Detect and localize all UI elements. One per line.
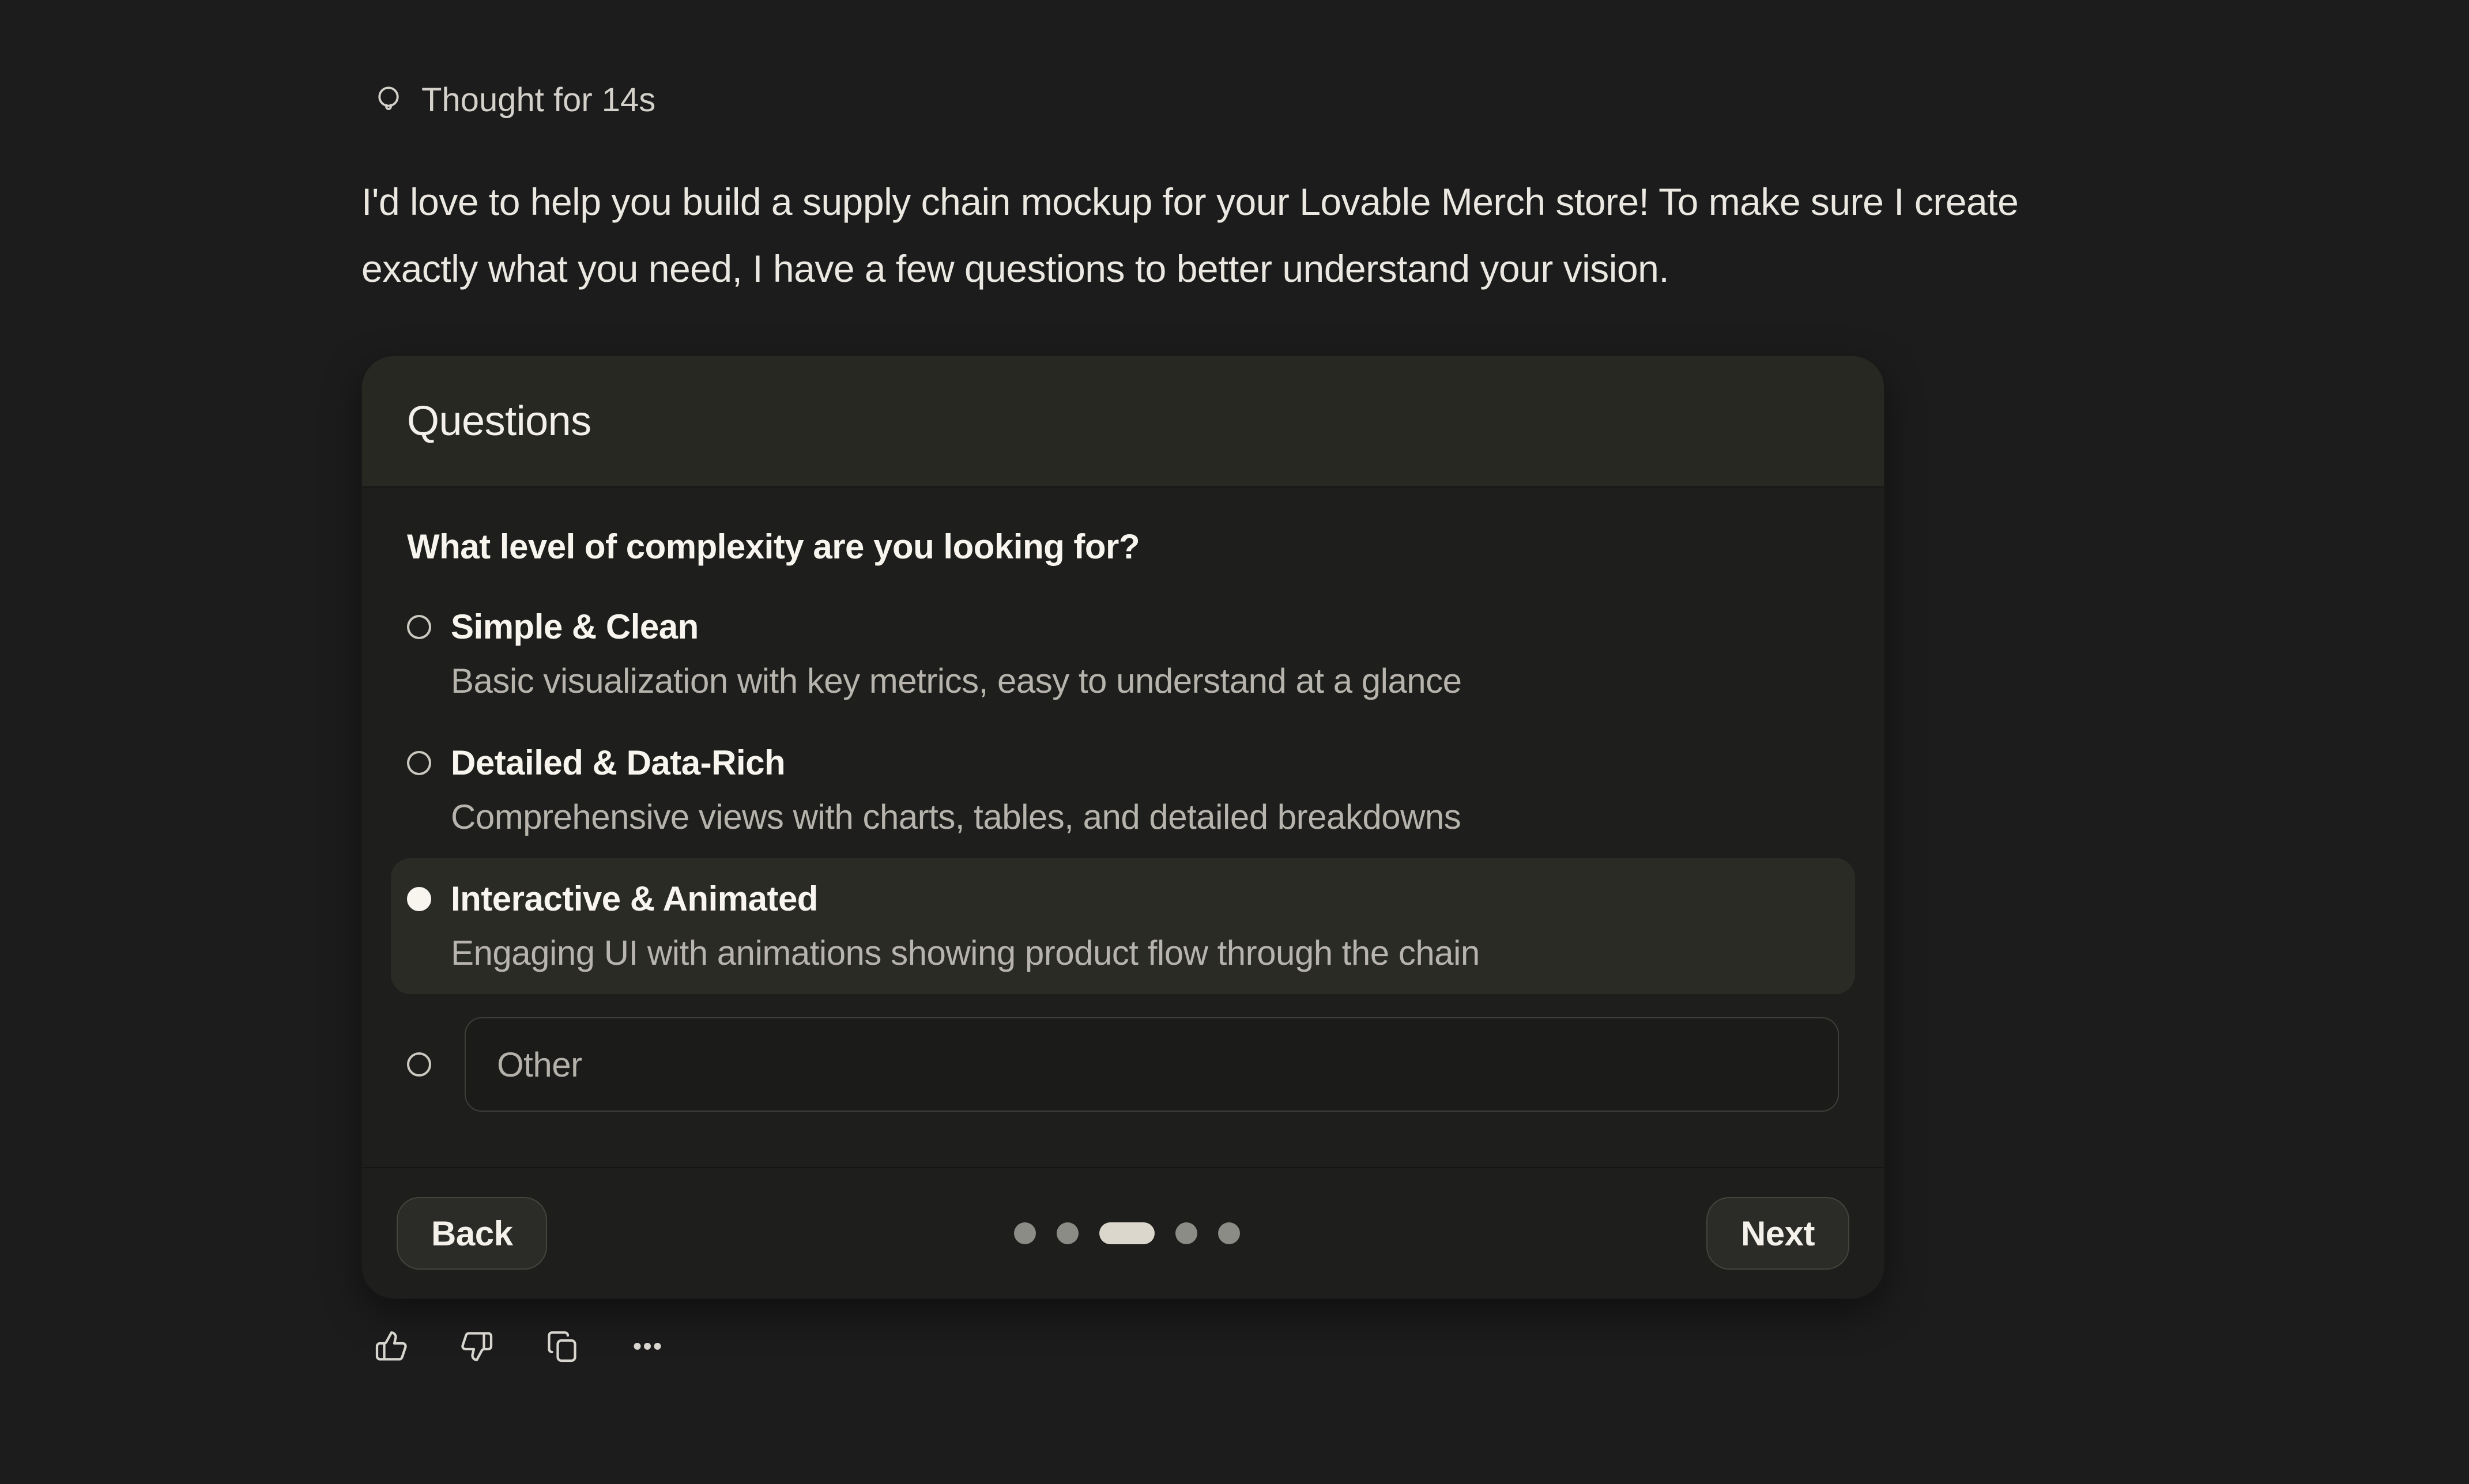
assistant-message: I'd love to help you build a supply chai… (361, 168, 2018, 302)
radio-icon[interactable] (407, 1052, 431, 1077)
option-label: Detailed & Data-Rich (451, 736, 1461, 790)
option-text: Interactive & Animated Engaging UI with … (451, 872, 1480, 980)
other-input[interactable] (465, 1017, 1839, 1112)
pagination-dot[interactable] (1175, 1222, 1197, 1244)
chat-page: Thought for 14s I'd love to help you bui… (0, 0, 2469, 1484)
radio-icon[interactable] (407, 887, 431, 911)
option-text: Detailed & Data-Rich Comprehensive views… (451, 736, 1461, 844)
pagination-dot[interactable] (1057, 1222, 1079, 1244)
lightbulb-icon (372, 84, 405, 117)
pagination-dot-current[interactable] (1099, 1222, 1155, 1244)
message-line-1: I'd love to help you build a supply chai… (361, 168, 2018, 235)
ellipsis-icon (630, 1329, 665, 1365)
option-description: Basic visualization with key metrics, ea… (451, 654, 1462, 708)
options-list: Simple & Clean Basic visualization with … (407, 586, 1839, 1126)
thumbs-up-button[interactable] (374, 1329, 409, 1365)
question-text: What level of complexity are you looking… (407, 527, 1839, 567)
next-button[interactable]: Next (1706, 1197, 1849, 1270)
card-footer: Back Next (362, 1167, 1884, 1298)
more-options-button[interactable] (629, 1329, 665, 1365)
card-title: Questions (407, 398, 591, 444)
option-text: Simple & Clean Basic visualization with … (451, 600, 1462, 708)
back-button[interactable]: Back (397, 1197, 547, 1270)
option-description: Comprehensive views with charts, tables,… (451, 790, 1461, 844)
thought-label: Thought for 14s (421, 81, 655, 119)
message-line-2: exactly what you need, I have a few ques… (361, 235, 2018, 302)
radio-icon[interactable] (407, 615, 431, 639)
pagination-dot[interactable] (1014, 1222, 1036, 1244)
pagination-dots (1014, 1222, 1240, 1244)
option-label: Simple & Clean (451, 600, 1462, 654)
radio-icon[interactable] (407, 751, 431, 775)
option-simple-clean[interactable]: Simple & Clean Basic visualization with … (391, 586, 1855, 722)
copy-button[interactable] (544, 1329, 580, 1365)
option-other[interactable] (391, 1003, 1855, 1126)
thumbs-down-icon (459, 1329, 494, 1365)
copy-icon (545, 1329, 579, 1365)
thumbs-down-button[interactable] (459, 1329, 495, 1365)
card-header: Questions (362, 356, 1884, 488)
option-label: Interactive & Animated (451, 872, 1480, 926)
option-description: Engaging UI with animations showing prod… (451, 926, 1480, 980)
thought-toggle[interactable]: Thought for 14s (372, 81, 655, 119)
thumbs-up-icon (374, 1329, 409, 1365)
questions-card: Questions What level of complexity are y… (362, 356, 1884, 1298)
pagination-dot[interactable] (1218, 1222, 1240, 1244)
option-interactive-animated[interactable]: Interactive & Animated Engaging UI with … (391, 858, 1855, 994)
message-actions (374, 1329, 665, 1365)
card-body: What level of complexity are you looking… (362, 488, 1884, 1167)
option-detailed-data-rich[interactable]: Detailed & Data-Rich Comprehensive views… (391, 722, 1855, 858)
